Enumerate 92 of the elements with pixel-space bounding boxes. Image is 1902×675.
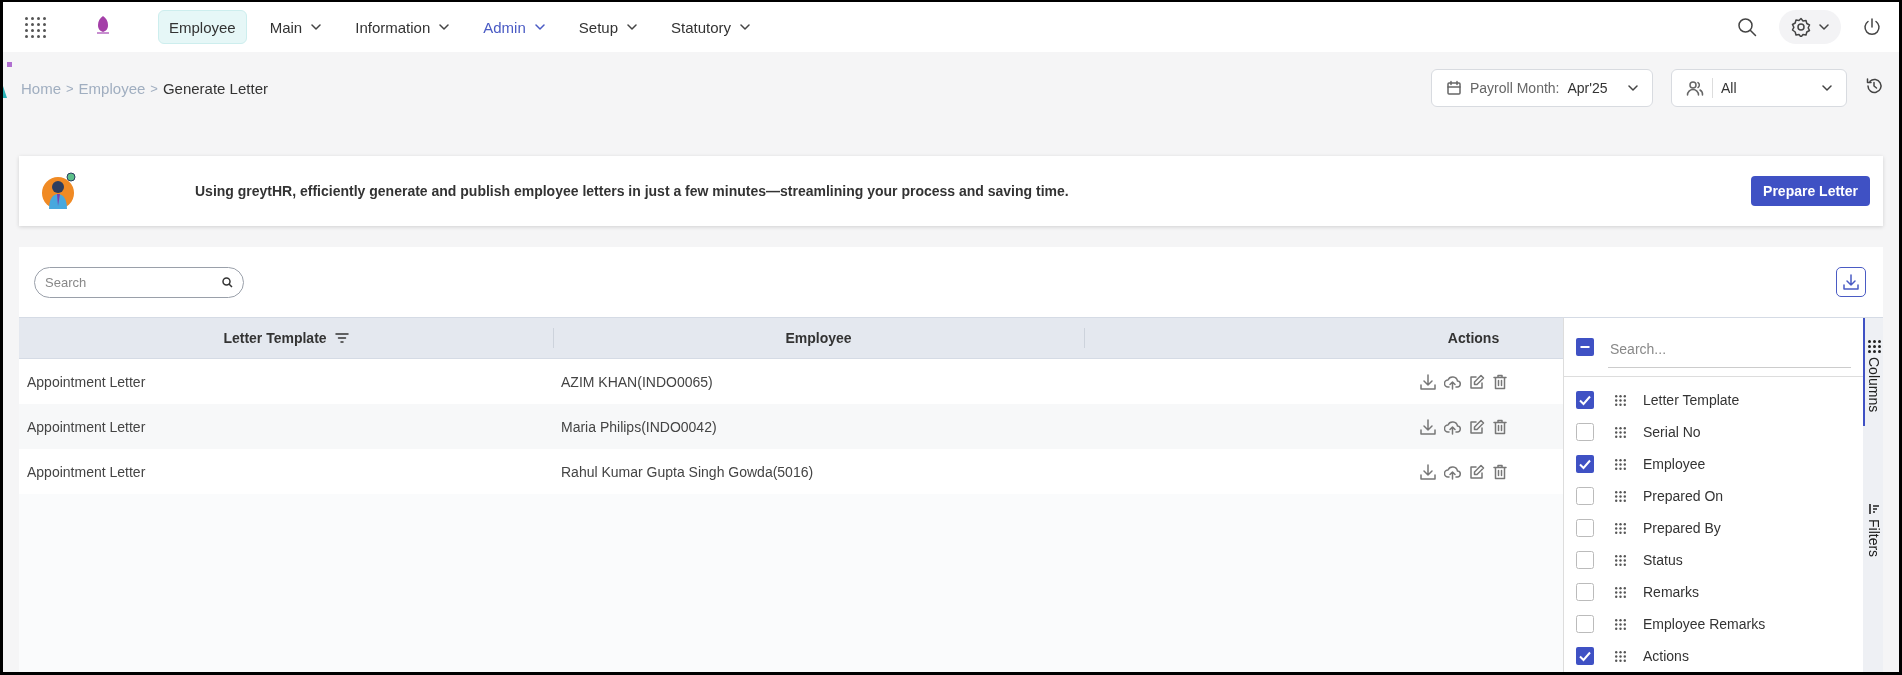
payroll-month-value: Apr'25 (1567, 80, 1608, 96)
chevron-down-icon (534, 24, 545, 30)
checkbox[interactable] (1576, 551, 1594, 569)
drag-handle-icon[interactable] (1615, 426, 1626, 438)
checkbox[interactable] (1576, 338, 1594, 356)
calendar-icon (1446, 80, 1462, 96)
drag-handle-icon[interactable] (1615, 458, 1626, 470)
power-icon[interactable] (1863, 17, 1881, 37)
nav-menu-item[interactable]: Admin (472, 10, 556, 44)
edit-icon[interactable] (1469, 373, 1485, 390)
nav-menu-item[interactable]: Main (258, 10, 333, 44)
nav-menu-item[interactable]: Setup (567, 10, 648, 44)
payroll-month-dropdown[interactable]: Payroll Month: Apr'25 (1431, 69, 1653, 107)
table-cell: Appointment Letter (27, 463, 146, 480)
checkbox[interactable] (1576, 615, 1594, 633)
payroll-month-label: Payroll Month: (1470, 80, 1560, 96)
chevron-down-icon (439, 24, 450, 30)
breadcrumb-current: Generate Letter (162, 79, 268, 97)
checkbox[interactable] (1576, 519, 1594, 537)
drag-handle-icon[interactable] (1615, 490, 1626, 502)
table-cell: Rahul Kumar Gupta Singh Gowda(5016) (561, 463, 814, 480)
chevron-down-icon (740, 24, 751, 30)
checkbox[interactable] (1576, 391, 1594, 409)
prepare-letter-button[interactable]: Prepare Letter (1751, 176, 1870, 206)
column-header[interactable]: Letter Template (223, 330, 327, 346)
column-option-label: Status (1643, 552, 1683, 568)
column-option-label: Prepared By (1643, 520, 1721, 536)
table-cell: Maria Philips(INDO0042) (561, 418, 717, 435)
drag-handle-icon[interactable] (1615, 586, 1626, 598)
download-icon (1842, 273, 1860, 291)
logo-icon (96, 15, 110, 35)
column-option-label: Serial No (1643, 424, 1701, 440)
column-header[interactable]: Actions (1447, 330, 1500, 346)
drag-handle-icon[interactable] (1615, 522, 1626, 534)
app-launcher-icon[interactable] (25, 16, 46, 38)
checkbox[interactable] (1576, 455, 1594, 473)
edit-icon[interactable] (1469, 418, 1485, 435)
columns-icon (1867, 340, 1881, 353)
table-cell: Appointment Letter (27, 373, 146, 390)
column-option-label: Letter Template (1643, 392, 1740, 408)
column-header[interactable]: Employee (785, 330, 852, 346)
column-option-label: Prepared On (1643, 488, 1724, 504)
drag-handle-icon[interactable] (1615, 650, 1626, 662)
table-cell: AZIM KHAN(INDO0065) (561, 373, 713, 390)
nav-menu-item[interactable]: Information (344, 10, 461, 44)
download-icon[interactable] (1420, 463, 1436, 480)
table-cell: Appointment Letter (27, 418, 146, 435)
drag-handle-icon[interactable] (1615, 618, 1626, 630)
employee-filter-dropdown[interactable]: All (1671, 69, 1847, 107)
column-option-label: Remarks (1643, 584, 1699, 600)
checkbox[interactable] (1576, 423, 1594, 441)
side-panel-tab[interactable]: Filters (1863, 481, 1883, 572)
checkbox[interactable] (1576, 583, 1594, 601)
export-button[interactable] (1836, 267, 1866, 297)
delete-icon[interactable] (1493, 373, 1507, 390)
download-icon[interactable] (1420, 418, 1436, 435)
column-option-label: Actions (1643, 648, 1689, 664)
checkbox[interactable] (1576, 487, 1594, 505)
chevron-down-icon (1822, 85, 1832, 91)
upload-cloud-icon[interactable] (1444, 373, 1461, 390)
banner-message: Using greytHR, efficiently generate and publish employee letters in just a few minutes—streamlining your process and saving time. (195, 183, 1070, 199)
employee-illustration-drawing (39, 171, 79, 211)
filters-icon (1868, 503, 1880, 516)
employee-filter-value: All (1721, 80, 1737, 96)
nav-menu-item[interactable]: Employee (158, 10, 247, 44)
delete-icon[interactable] (1493, 418, 1507, 435)
search-field[interactable]: Search (34, 266, 244, 298)
breadcrumb-separator: > (150, 80, 158, 96)
drag-handle-icon[interactable] (1615, 554, 1626, 566)
chevron-down-icon (627, 24, 637, 30)
nav-menu-item[interactable]: Statutory (660, 10, 762, 44)
breadcrumb-separator: > (66, 80, 74, 96)
search-icon[interactable] (1737, 17, 1757, 37)
chevron-down-icon (1819, 24, 1829, 30)
chevron-down-icon (1628, 85, 1638, 91)
history-icon[interactable] (1865, 77, 1883, 95)
decoration-drawing (3, 62, 13, 100)
column-option-label: Employee (1643, 456, 1706, 472)
edit-icon[interactable] (1469, 463, 1485, 480)
settings-icon (1791, 17, 1811, 37)
column-option-label: Employee Remarks (1643, 616, 1766, 632)
search-icon (222, 276, 233, 288)
filter-icon[interactable] (334, 333, 349, 343)
settings-button[interactable] (1779, 10, 1841, 44)
download-icon[interactable] (1420, 373, 1436, 390)
upload-cloud-icon[interactable] (1444, 463, 1461, 480)
drag-handle-icon[interactable] (1615, 394, 1626, 406)
chevron-down-icon (311, 24, 322, 30)
delete-icon[interactable] (1493, 463, 1507, 480)
checkbox[interactable] (1576, 647, 1594, 665)
people-icon (1686, 80, 1704, 96)
upload-cloud-icon[interactable] (1444, 418, 1461, 435)
